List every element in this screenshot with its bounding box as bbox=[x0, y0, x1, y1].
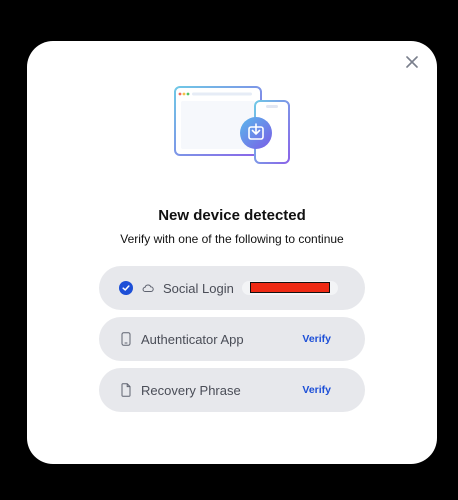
option-social-login[interactable]: Social Login bbox=[99, 266, 365, 310]
dialog-subtitle: Verify with one of the following to cont… bbox=[120, 232, 344, 246]
option-recovery-phrase[interactable]: Recovery Phrase Verify bbox=[99, 368, 365, 412]
option-label: Recovery Phrase bbox=[141, 382, 241, 398]
close-icon[interactable] bbox=[406, 56, 418, 68]
verify-authenticator-link[interactable]: Verify bbox=[302, 333, 331, 345]
cloud-icon bbox=[141, 281, 155, 295]
account-pill bbox=[241, 281, 338, 295]
dialog-title: New device detected bbox=[158, 207, 306, 224]
option-authenticator-app[interactable]: Authenticator App Verify bbox=[99, 317, 365, 361]
verify-recovery-link[interactable]: Verify bbox=[302, 384, 331, 396]
option-label: Social Login bbox=[163, 280, 234, 296]
option-label: Authenticator App bbox=[141, 331, 244, 347]
device-transfer-illustration bbox=[174, 86, 290, 164]
new-device-dialog: New device detected Verify with one of t… bbox=[27, 41, 437, 464]
close-button[interactable] bbox=[401, 51, 423, 73]
check-circle-icon bbox=[119, 281, 133, 295]
document-icon bbox=[119, 383, 133, 397]
redaction-bar bbox=[249, 282, 330, 293]
phone-icon bbox=[119, 332, 133, 346]
